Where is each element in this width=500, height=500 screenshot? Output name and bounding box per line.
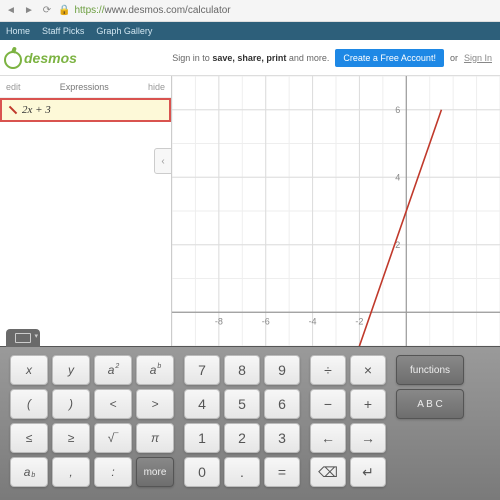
key-2[interactable]: 2 xyxy=(224,423,260,453)
or-text: or xyxy=(450,53,458,63)
key-6[interactable]: 6 xyxy=(264,389,300,419)
key-[interactable]: ← xyxy=(310,423,346,453)
expression-panel: edit Expressions hide 2x + 3 ‹ xyxy=(0,76,172,346)
key-group-ops: ÷×−+←→⌫↵ xyxy=(310,355,386,492)
key-[interactable]: . xyxy=(224,457,260,487)
create-account-button[interactable]: Create a Free Account! xyxy=(335,49,444,67)
nav-graph-gallery[interactable]: Graph Gallery xyxy=(96,26,152,36)
svg-text:-4: -4 xyxy=(309,316,317,326)
keyboard-icon xyxy=(15,333,31,343)
edit-button[interactable]: edit xyxy=(6,82,21,92)
hide-button[interactable]: hide xyxy=(148,82,165,92)
key-[interactable]: : xyxy=(94,457,132,487)
key-[interactable] xyxy=(396,423,464,453)
key-[interactable]: → xyxy=(350,423,386,453)
svg-text:-2: -2 xyxy=(355,316,363,326)
keyboard-grid: xya2ab()<>≤≥√‾πab,:more 7894561230.= ÷×−… xyxy=(0,347,500,500)
key-3[interactable]: 3 xyxy=(264,423,300,453)
key-[interactable]: ≥ xyxy=(52,423,90,453)
site-nav: Home Staff Picks Graph Gallery xyxy=(0,22,500,40)
key-group-extra: functions A B C xyxy=(396,355,464,492)
lock-icon: 🔒 xyxy=(58,5,70,16)
expression-row-1[interactable]: 2x + 3 xyxy=(0,98,171,122)
key-group-numpad: 789 456 123 0.= xyxy=(184,355,300,492)
key-[interactable]: = xyxy=(264,457,300,487)
key-x[interactable]: x xyxy=(10,355,48,385)
key-ab[interactable]: ab xyxy=(136,355,174,385)
key-[interactable]: < xyxy=(94,389,132,419)
key-ab[interactable]: ab xyxy=(10,457,48,487)
browser-url-bar: ◄ ► ⟳ 🔒 https://www.desmos.com/calculato… xyxy=(0,0,500,22)
back-icon[interactable]: ◄ xyxy=(4,4,18,18)
key-4[interactable]: 4 xyxy=(184,389,220,419)
key-more[interactable]: more xyxy=(136,457,174,487)
key-group-vars: xya2ab()<>≤≥√‾πab,:more xyxy=(10,355,174,492)
key-5[interactable]: 5 xyxy=(224,389,260,419)
logo[interactable]: desmos xyxy=(4,49,77,67)
key-[interactable]: − xyxy=(310,389,346,419)
sign-in-link[interactable]: Sign In xyxy=(464,53,492,63)
key-functions[interactable]: functions xyxy=(396,355,464,385)
logo-text: desmos xyxy=(24,50,77,66)
key-abc[interactable]: A B C xyxy=(396,389,464,419)
url-text[interactable]: https://www.desmos.com/calculator xyxy=(74,5,230,16)
key-7[interactable]: 7 xyxy=(184,355,220,385)
reload-icon[interactable]: ⟳ xyxy=(40,4,54,18)
key-[interactable]: ↵ xyxy=(350,457,386,487)
key-[interactable]: ≤ xyxy=(10,423,48,453)
svg-text:6: 6 xyxy=(395,105,400,115)
key-9[interactable]: 9 xyxy=(264,355,300,385)
key-8[interactable]: 8 xyxy=(224,355,260,385)
key-1[interactable]: 1 xyxy=(184,423,220,453)
key-[interactable]: √‾ xyxy=(94,423,132,453)
workspace: edit Expressions hide 2x + 3 ‹ -8 -6 -4 -2 2… xyxy=(0,76,500,346)
logo-icon xyxy=(4,49,22,67)
svg-text:4: 4 xyxy=(395,172,400,182)
header-actions: Sign in to save, share, print and more. … xyxy=(172,49,492,67)
key-[interactable]: ) xyxy=(52,389,90,419)
expression-header: edit Expressions hide xyxy=(0,76,171,98)
key-[interactable]: + xyxy=(350,389,386,419)
forward-icon[interactable]: ► xyxy=(22,4,36,18)
line-color-icon[interactable] xyxy=(9,106,17,114)
key-[interactable]: π xyxy=(136,423,174,453)
keyboard-toggle-button[interactable] xyxy=(6,329,40,347)
key-a2[interactable]: a2 xyxy=(94,355,132,385)
signin-prompt: Sign in to save, share, print and more. xyxy=(172,53,329,63)
svg-text:-6: -6 xyxy=(262,316,270,326)
collapse-panel-button[interactable]: ‹ xyxy=(154,148,172,174)
key-y[interactable]: y xyxy=(52,355,90,385)
graph-canvas[interactable]: -8-6-4-2246 xyxy=(172,76,500,346)
key-[interactable]: > xyxy=(136,389,174,419)
key-[interactable]: ÷ xyxy=(310,355,346,385)
expression-formula[interactable]: 2x + 3 xyxy=(22,104,51,116)
on-screen-keyboard: xya2ab()<>≤≥√‾πab,:more 7894561230.= ÷×−… xyxy=(0,346,500,500)
nav-home[interactable]: Home xyxy=(6,26,30,36)
key-[interactable]: ( xyxy=(10,389,48,419)
key-[interactable] xyxy=(396,457,464,487)
key-0[interactable]: 0 xyxy=(184,457,220,487)
key-[interactable]: × xyxy=(350,355,386,385)
expressions-title: Expressions xyxy=(60,82,109,92)
svg-text:-8: -8 xyxy=(215,316,223,326)
nav-staff-picks[interactable]: Staff Picks xyxy=(42,26,84,36)
app-header: desmos Sign in to save, share, print and… xyxy=(0,40,500,76)
key-[interactable]: ⌫ xyxy=(310,457,346,487)
key-[interactable]: , xyxy=(52,457,90,487)
